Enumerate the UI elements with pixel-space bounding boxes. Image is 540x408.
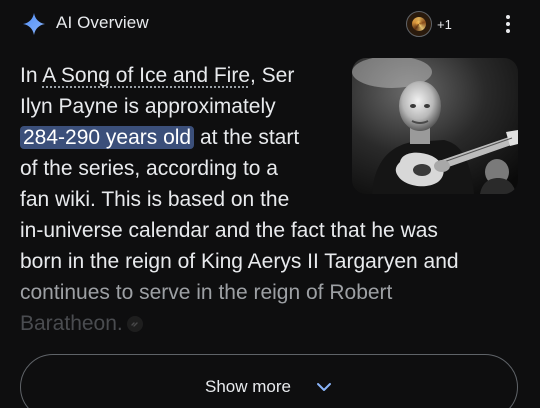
overview-answer-text: In A Song of Ice and Fire, Ser Ilyn Payn… [20,60,520,339]
answer-line-7: born in the reign of King Aerys II Targa… [20,250,459,273]
show-more-label: Show more [205,377,291,396]
ai-overview-header: AI Overview +1 [0,0,540,48]
ai-overview-title: AI Overview [56,13,149,32]
answer-line-5: fan wiki. This is based on the [20,188,290,211]
more-options-icon[interactable] [498,12,518,36]
series-link[interactable]: A Song of Ice and Fire [42,64,250,87]
gemini-sparkle-icon [23,13,45,35]
sources-count: +1 [437,16,452,32]
chevron-down-icon [317,383,331,391]
ai-overview-panel: AI Overview +1 In A Song of Ice and Fire… [0,0,540,408]
show-more-button[interactable]: Show more [20,354,518,408]
source-favicon-icon [406,11,432,37]
link-icon[interactable] [126,316,143,333]
answer-line-1: In A Song of Ice and Fire, Ser [20,64,295,87]
answer-line-9: Baratheon. [20,308,520,339]
answer-line-8: continues to serve in the reign of Rober… [20,281,393,304]
answer-line-6: in-universe calendar and the fact that h… [20,219,438,242]
answer-line-2: Ilyn Payne is approximately [20,95,276,118]
highlighted-age: 284-290 years old [20,126,195,149]
sources-button[interactable]: +1 [406,10,452,38]
answer-line-3: 284-290 years old at the start [20,122,520,153]
answer-line-4: of the series, according to a [20,157,278,180]
